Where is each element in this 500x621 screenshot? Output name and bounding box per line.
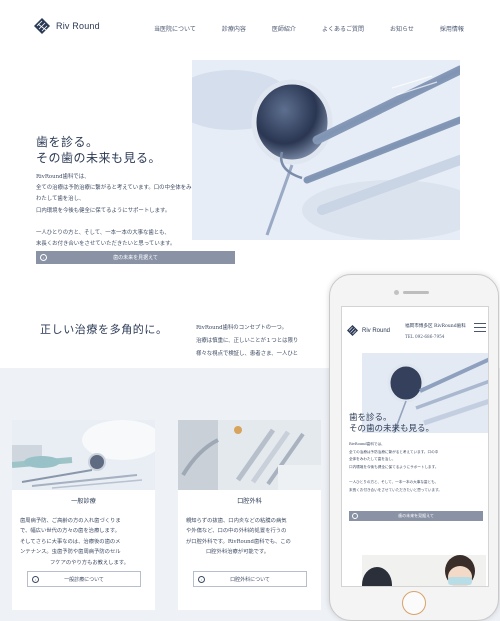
phone-cta-button[interactable]: 歯の未来を見据えて [349,511,483,521]
camera-icon [394,290,399,295]
nav-item-doctors[interactable]: 医師紹介 [272,24,296,33]
service-card-general: 一般診療 歯周病予防、ご高齢の方の入れ歯づくりま で、幅広い世代の方々の歯を治療… [12,420,155,610]
concept-text: RivRound歯科のコンセプトの一つ。 治療は慎重に、正しいことが１つとは限り… [196,325,299,357]
hamburger-menu-icon[interactable] [474,323,486,333]
hero-cta-button[interactable]: › 歯の未来を見据えて [36,251,235,264]
arrow-right-icon: › [40,254,47,261]
main-nav: 当医院について 診療内容 医師紹介 よくあるご質問 お知らせ 採用情報 [154,24,464,33]
dental-unit-photo [178,420,321,490]
nav-item-services[interactable]: 診療内容 [222,24,246,33]
oral-surgery-button[interactable]: › 口腔外科について [193,571,307,587]
card-text: 親知らずの抜歯、口内炎などの粘膜の病気 や外傷など、口の中の外科的処置を行うの … [186,518,291,556]
site-logo[interactable]: Riv Round [34,18,100,34]
hero-title: 歯を診る。 その歯の未来も見る。 [36,135,162,165]
phone-mockup: Riv Round 福岡市博多区 RivRound歯科 TEL 092-686-… [329,274,499,621]
hero-text: RivRound歯科では、 全ての治療は予防治療に繋がると考えています。口の中全… [36,174,192,248]
staff-photo [362,555,486,586]
home-button[interactable] [402,591,426,615]
nav-item-about[interactable]: 当医院について [154,24,196,33]
card-image-oral-surgery [178,420,321,490]
phone-doctor-photo [362,555,486,586]
card-title: 一般診療 [71,498,96,505]
arrow-right-icon: › [198,575,205,583]
phone-address: 福岡市博多区 RivRound歯科 [405,324,466,329]
card-image-general [12,420,155,490]
card-text: 歯周病予防、ご高齢の方の入れ歯づくりま で、幅広い世代の方々の歯を治療します。 … [20,518,129,566]
phone-hero-text: RivRound歯科では、 全ての治療は予防治療に繋がると考えています。口の中 … [349,442,442,492]
general-care-button[interactable]: › 一般診療について [27,571,141,587]
dental-tools-photo [12,420,155,490]
nav-item-recruit[interactable]: 採用情報 [440,24,464,33]
phone-tel[interactable]: TEL 092-686-7954 [405,334,444,339]
hero-cta-label: 歯の未来を見据えて [113,255,158,261]
arrow-right-icon: › [32,575,39,583]
phone-hero-title: 歯を診る。 その歯の未来も見る。 [349,413,435,434]
arrow-right-icon [352,513,358,519]
speaker-grille [403,291,429,294]
concept-title: 正しい治療を多角的に。 [40,323,168,336]
nav-item-faq[interactable]: よくあるご質問 [322,24,364,33]
service-card-oral-surgery: 口腔外科 親知らずの抜歯、口内炎などの粘膜の病気 や外傷など、口の中の外科的処置… [178,420,321,610]
card-title: 口腔外科 [237,498,262,505]
nav-item-news[interactable]: お知らせ [390,24,414,33]
phone-logo[interactable]: Riv Round [347,325,390,336]
logo-mark-icon [34,18,50,34]
logo-mark-icon [347,325,358,336]
brand-name: Riv Round [56,21,100,31]
phone-screen: Riv Round 福岡市博多区 RivRound歯科 TEL 092-686-… [341,306,489,587]
